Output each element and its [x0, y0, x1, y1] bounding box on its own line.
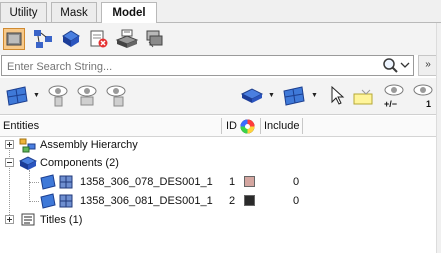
mask-button[interactable] [115, 28, 139, 50]
color-swatch[interactable] [244, 195, 255, 206]
header-divider[interactable] [260, 118, 261, 134]
solid-box-button[interactable] [3, 28, 25, 50]
main-toolbar [0, 23, 441, 55]
delete-red-icon [90, 30, 108, 48]
solid-box-icon [6, 32, 22, 46]
component-blue-icon [62, 30, 80, 47]
tree-row-assembly[interactable]: Assembly Hierarchy [0, 136, 441, 154]
caret-down-icon[interactable]: ▼ [33, 92, 40, 99]
double-arrow-label: » [425, 59, 431, 70]
node-network-button[interactable] [32, 28, 54, 50]
plus-minus-label: +/− [384, 99, 398, 109]
tree-row-label: Assembly Hierarchy [40, 139, 138, 151]
eye-one-icon[interactable] [412, 82, 434, 98]
tab-utility-label: Utility [9, 7, 38, 19]
component-folder-icon [40, 193, 56, 209]
visibility-eye-icon[interactable] [47, 84, 69, 108]
expand-toggle[interactable] [5, 215, 14, 224]
titles-icon [21, 213, 35, 226]
header-divider[interactable] [302, 118, 303, 134]
mask-icon [115, 29, 139, 48]
expand-toolbar-button[interactable]: » [418, 55, 438, 76]
color-swatch[interactable] [244, 176, 255, 187]
stack-button[interactable] [143, 28, 165, 50]
component-button[interactable] [60, 28, 82, 50]
column-header: Entities ID Include [0, 116, 441, 137]
eye-plus-minus-icon[interactable] [383, 82, 405, 98]
component-include[interactable]: 0 [293, 192, 299, 210]
blue-diamond-icon[interactable] [240, 86, 264, 106]
tab-mask[interactable]: Mask [51, 2, 97, 22]
visibility-eye-icon[interactable] [105, 84, 127, 108]
panel-edge [436, 23, 441, 253]
component-name: 1358_306_078_DES001_1 [80, 176, 213, 188]
search-input[interactable] [5, 57, 369, 76]
tree-row-components[interactable]: Components (2) [0, 154, 441, 172]
caret-down-icon[interactable]: ▼ [268, 92, 275, 99]
component-id: 1 [229, 176, 236, 188]
tab-model[interactable]: Model [101, 2, 157, 23]
component-id: 2 [229, 195, 236, 207]
assembly-hierarchy-icon [19, 138, 36, 153]
search-icon[interactable] [382, 57, 400, 74]
header-divider[interactable] [221, 118, 222, 134]
tree-row-titles[interactable]: Titles (1) [0, 211, 441, 229]
header-id[interactable]: ID [226, 116, 237, 136]
caret-down-icon[interactable]: ▼ [311, 92, 318, 99]
component-folder-icon [40, 174, 56, 190]
display-toolbar: ▼ ▼ ▼ +/− 1 [0, 78, 441, 115]
one-label: 1 [426, 99, 432, 109]
blue-folder-icon[interactable] [282, 85, 306, 107]
search-box [1, 55, 414, 76]
component-name: 1358_306_081_DES001_1 [80, 195, 213, 207]
color-wheel-icon[interactable] [240, 119, 255, 134]
component-include[interactable]: 0 [293, 173, 299, 191]
cursor-arrow-icon[interactable] [330, 86, 346, 106]
tree-row-component[interactable]: 1358_306_081_DES001_1 2 0 [0, 192, 441, 210]
tree-row-label: Titles (1) [40, 214, 83, 226]
components-icon [19, 156, 37, 170]
header-include[interactable]: Include [264, 116, 299, 136]
collapse-toggle[interactable] [5, 158, 14, 167]
tree-row-label: Components (2) [40, 157, 119, 169]
mesh-grid-icon [59, 175, 73, 189]
expand-toggle[interactable] [5, 140, 14, 149]
delete-button[interactable] [88, 28, 110, 50]
tree-row-component[interactable]: 1358_306_078_DES001_1 1 0 [0, 173, 441, 191]
tab-mask-label: Mask [60, 7, 88, 19]
tab-utility[interactable]: Utility [0, 2, 47, 22]
stack-icon [146, 30, 163, 48]
header-entities[interactable]: Entities [3, 116, 39, 136]
visibility-eye-icon[interactable] [76, 84, 98, 108]
tab-model-label: Model [112, 7, 146, 19]
node-network-icon [34, 30, 52, 48]
blue-folder-icon[interactable] [5, 85, 29, 107]
highlight-icon[interactable] [352, 88, 376, 106]
chevron-down-icon[interactable] [400, 61, 410, 69]
mesh-grid-icon [59, 194, 73, 208]
tab-bar: Utility Mask Model [0, 0, 441, 23]
